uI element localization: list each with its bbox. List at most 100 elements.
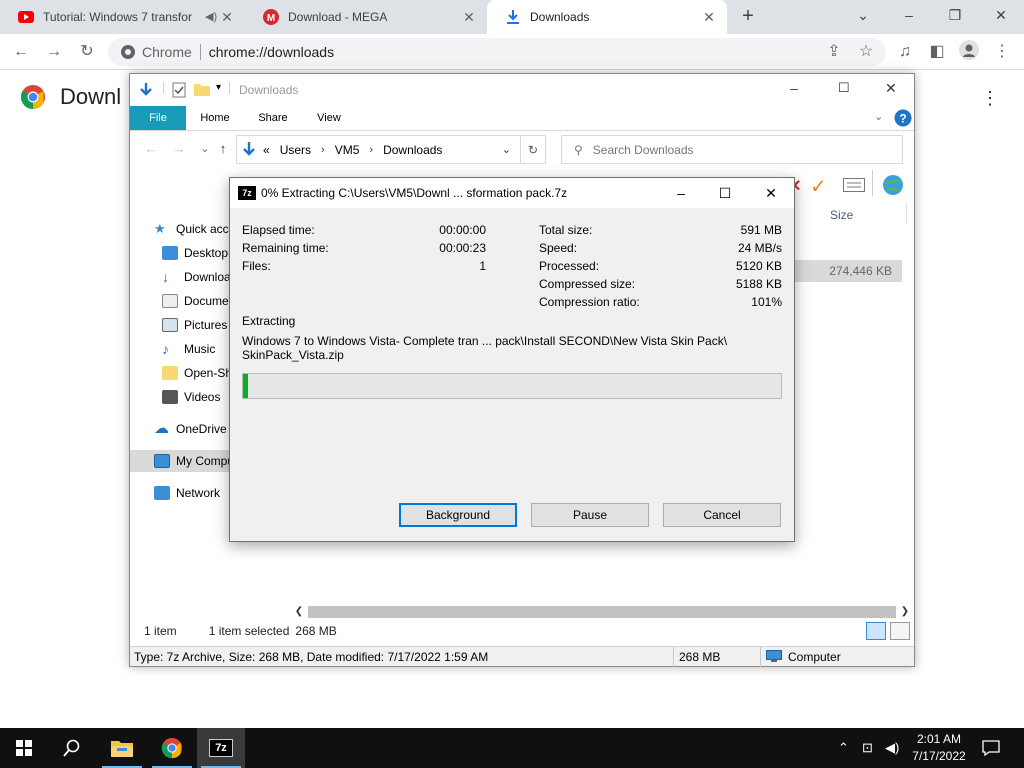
horizontal-scrollbar[interactable]: ❮ ❯ [290, 604, 914, 620]
forward-icon[interactable]: → [170, 140, 188, 158]
dialog-title-bar: 7z 0% Extracting C:\Users\VM5\Downl ... … [230, 178, 794, 208]
properties-icon[interactable] [172, 82, 186, 98]
tab-youtube[interactable]: Tutorial: Windows 7 transfor ◀) ✕ [0, 0, 245, 34]
pause-button[interactable]: Pause [531, 503, 649, 527]
close-icon[interactable]: ✕ [461, 9, 477, 25]
network-icon[interactable]: ⊡ [862, 728, 873, 768]
nav-videos[interactable]: Videos [162, 386, 220, 408]
scroll-right-icon[interactable]: ❯ [898, 604, 912, 620]
more-actions-icon[interactable]: ⋮ [980, 88, 1000, 108]
tab-file[interactable]: File [130, 106, 186, 130]
browser-toolbar: ← → ↻ Chrome chrome://downloads ⇪ ☆ ♫ ◧ … [0, 34, 1024, 70]
speaker-icon[interactable]: ◀) [205, 10, 217, 23]
tab-mega[interactable]: M Download - MEGA ✕ [245, 0, 487, 34]
globe-icon[interactable] [881, 173, 905, 197]
processed-label: Processed: [539, 259, 600, 273]
remaining-time-value: 00:00:23 [439, 241, 486, 255]
close-icon[interactable]: ✕ [219, 9, 235, 25]
nav-pictures[interactable]: Pictures [162, 314, 227, 336]
bookmark-star-icon[interactable]: ☆ [854, 40, 878, 64]
restore-button[interactable]: ❐ [932, 0, 978, 32]
folder-icon [162, 366, 178, 380]
nav-my-computer[interactable]: My Computer [130, 450, 248, 472]
start-icon[interactable] [0, 728, 48, 768]
file-explorer-icon[interactable] [98, 728, 146, 768]
expand-ribbon-icon[interactable]: ⌄ [874, 110, 883, 123]
scroll-left-icon[interactable]: ❮ [292, 604, 306, 620]
nav-label: Videos [184, 390, 221, 404]
column-header-size[interactable]: Size [830, 208, 853, 222]
new-tab-button[interactable]: + [737, 6, 759, 28]
chrome-icon[interactable] [148, 728, 196, 768]
minimize-button[interactable]: – [790, 80, 798, 96]
cancel-button[interactable]: Cancel [663, 503, 781, 527]
scrollbar-thumb[interactable] [308, 606, 896, 618]
help-icon[interactable]: ? [894, 109, 912, 127]
large-icons-view-icon[interactable] [890, 622, 910, 640]
up-icon[interactable]: ↑ [214, 140, 232, 158]
close-button[interactable]: ✕ [748, 178, 794, 208]
current-file-path-line1: Windows 7 to Windows Vista- Complete tra… [242, 334, 728, 348]
info-icon[interactable] [843, 178, 865, 192]
tab-share[interactable]: Share [250, 106, 296, 130]
new-folder-icon[interactable] [194, 82, 210, 96]
notifications-icon[interactable] [982, 728, 1000, 768]
file-details-size: 268 MB [679, 650, 721, 664]
side-panel-icon[interactable]: ◧ [925, 40, 949, 64]
cloud-icon: ☁ [154, 420, 169, 437]
volume-icon[interactable]: ◀) [885, 728, 899, 768]
7zip-icon[interactable]: 7z [197, 728, 245, 768]
page-title: Downl [60, 84, 122, 109]
maximize-button[interactable]: ☐ [838, 80, 850, 96]
test-archive-icon[interactable]: ✓ [810, 174, 827, 199]
media-control-icon[interactable]: ♫ [893, 40, 917, 64]
tab-search-icon[interactable]: ⌄ [840, 0, 886, 32]
close-button[interactable]: ✕ [885, 80, 897, 97]
nav-network[interactable]: Network [154, 482, 220, 504]
close-window-button[interactable]: ✕ [978, 0, 1024, 32]
back-icon[interactable]: ← [9, 40, 33, 64]
address-dropdown-icon[interactable]: ⌄ [502, 143, 511, 156]
file-size-cell[interactable]: 274,446 KB [790, 260, 902, 282]
url-text: chrome://downloads [208, 44, 335, 60]
nav-music[interactable]: ♪ Music [162, 338, 215, 360]
music-icon: ♪ [162, 341, 169, 357]
minimize-button[interactable]: – [886, 0, 932, 32]
tab-downloads[interactable]: Downloads ✕ [487, 0, 727, 34]
explorer-title-bar: | ▾ | Downloads – ☐ ✕ [130, 74, 914, 106]
pictures-icon [162, 318, 178, 332]
reload-icon[interactable]: ↻ [75, 40, 99, 64]
tab-view[interactable]: View [306, 106, 352, 130]
details-view-icon[interactable] [866, 622, 886, 640]
breadcrumb-vm5[interactable]: VM5 [335, 143, 360, 157]
address-bar[interactable]: « Users › VM5 › Downloads ⌄ [236, 135, 546, 164]
nav-onedrive[interactable]: ☁ OneDrive [154, 418, 227, 440]
overflow-chevron[interactable]: « [263, 143, 270, 157]
compression-ratio-value: 101% [751, 295, 782, 309]
refresh-button[interactable]: ↻ [520, 135, 546, 164]
profile-avatar-icon[interactable] [957, 40, 981, 64]
maximize-button[interactable]: ☐ [702, 178, 748, 208]
file-details-text: Type: 7z Archive, Size: 268 MB, Date mod… [134, 650, 489, 664]
compressed-size-label: Compressed size: [539, 277, 636, 291]
chrome-menu-icon[interactable]: ⋮ [990, 40, 1014, 64]
share-icon[interactable]: ⇪ [822, 40, 846, 64]
search-input[interactable]: ⚲ Search Downloads [561, 135, 903, 164]
breadcrumb-users[interactable]: Users [280, 143, 311, 157]
back-icon[interactable]: ← [142, 140, 160, 158]
system-clock[interactable]: 2:01 AM 7/17/2022 [900, 731, 978, 765]
recent-locations-icon[interactable]: ⌄ [196, 140, 214, 158]
nav-desktop[interactable]: Desktop [162, 242, 228, 264]
show-hidden-icons[interactable]: ⌃ [838, 728, 849, 768]
address-bar[interactable]: Chrome chrome://downloads [108, 38, 886, 66]
downloads-location-icon [243, 141, 255, 156]
forward-icon[interactable]: → [42, 40, 66, 64]
background-button[interactable]: Background [399, 503, 517, 527]
minimize-button[interactable]: – [658, 178, 704, 208]
close-icon[interactable]: ✕ [701, 9, 717, 25]
customize-quick-access-icon[interactable]: ▾ [216, 82, 221, 93]
breadcrumb-downloads[interactable]: Downloads [383, 143, 442, 157]
tab-home[interactable]: Home [192, 106, 238, 130]
search-icon[interactable] [48, 728, 96, 768]
chrome-icon [121, 45, 135, 59]
